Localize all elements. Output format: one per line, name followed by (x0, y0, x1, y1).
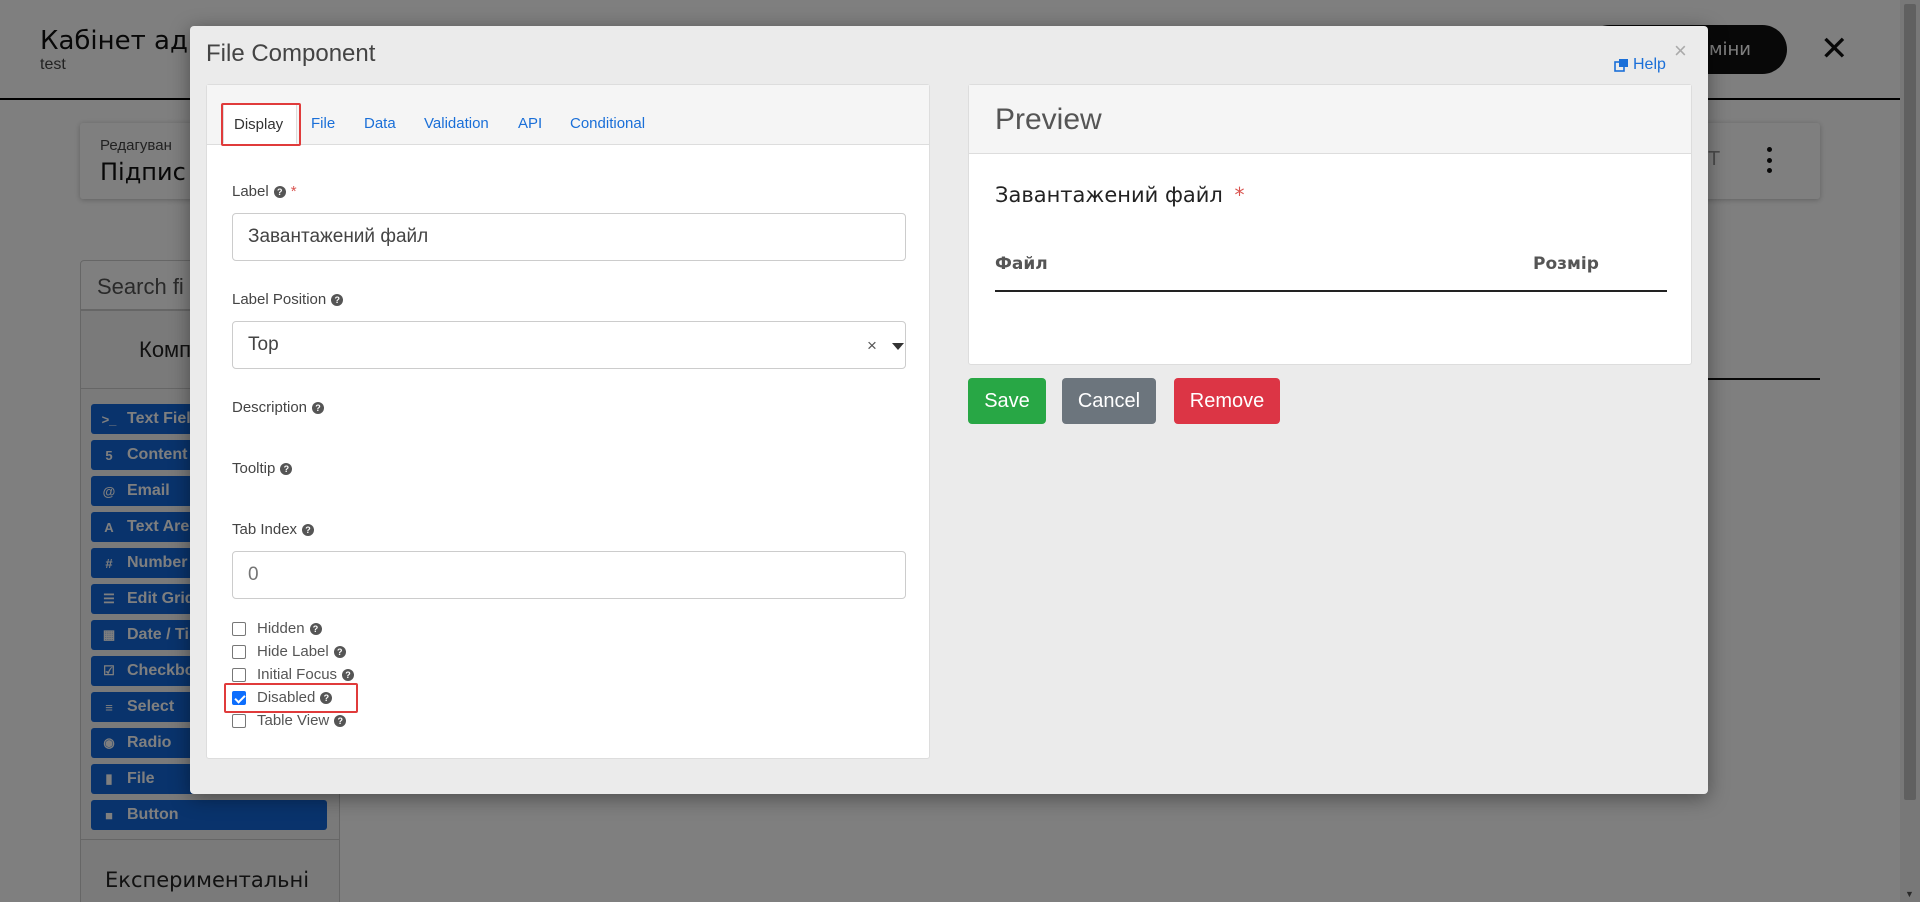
hide-label-checkbox-row[interactable]: Hide Label ? (232, 643, 346, 660)
question-circle-icon: ? (333, 645, 346, 658)
tab-index-label: Tab Index ? (232, 521, 315, 538)
preview-panel: Preview Завантажений файл * Файл Розмір (968, 84, 1692, 365)
settings-panel: Display File Data Validation API Conditi… (206, 84, 930, 759)
question-circle-icon: ? (302, 523, 315, 536)
question-circle-icon: ? (273, 185, 286, 198)
settings-tabs: Display File Data Validation API Conditi… (207, 85, 929, 145)
tab-conditional[interactable]: Conditional (570, 115, 645, 132)
cancel-button[interactable]: Cancel (1062, 378, 1156, 424)
required-mark: * (290, 183, 297, 200)
required-mark: * (1234, 183, 1245, 207)
display-tab-highlight (221, 103, 301, 146)
question-circle-icon: ? (309, 622, 322, 635)
tab-validation[interactable]: Validation (424, 115, 489, 132)
hidden-checkbox-row[interactable]: Hidden ? (232, 620, 322, 637)
chevron-down-icon[interactable] (892, 343, 904, 350)
disabled-highlight (224, 683, 358, 713)
label-position-select[interactable]: Top × (232, 321, 906, 369)
tab-file[interactable]: File (311, 115, 335, 132)
question-circle-icon: ? (342, 668, 355, 681)
description-label: Description ? (232, 399, 325, 416)
help-link[interactable]: Help (1614, 56, 1666, 74)
hide-label-checkbox[interactable] (232, 644, 246, 659)
remove-button[interactable]: Remove (1174, 378, 1280, 424)
column-header-size: Розмір (1533, 254, 1599, 274)
question-circle-icon: ? (334, 714, 347, 727)
hidden-checkbox[interactable] (232, 621, 246, 636)
table-view-checkbox-row[interactable]: Table View ? (232, 712, 347, 729)
help-label: Help (1633, 56, 1666, 73)
tab-data[interactable]: Data (364, 115, 396, 132)
save-button[interactable]: Save (968, 378, 1046, 424)
label-position-label: Label Position ? (232, 291, 344, 308)
clear-selection-icon[interactable]: × (867, 336, 877, 356)
preview-heading: Preview (995, 103, 1102, 136)
table-view-checkbox[interactable] (232, 713, 246, 728)
question-circle-icon: ? (280, 462, 293, 475)
modal-title: File Component (206, 40, 376, 67)
initial-focus-checkbox-row[interactable]: Initial Focus ? (232, 666, 355, 683)
label-field-label: Label ? * (232, 183, 297, 200)
initial-focus-checkbox[interactable] (232, 667, 246, 682)
preview-table-rule (995, 290, 1667, 292)
tab-api[interactable]: API (518, 115, 542, 132)
tooltip-label: Tooltip ? (232, 460, 293, 477)
label-input[interactable]: Завантажений файл (232, 213, 906, 261)
preview-header: Preview (969, 85, 1691, 154)
question-circle-icon: ? (312, 401, 325, 414)
modal-close-icon[interactable]: × (1674, 38, 1687, 64)
file-component-modal: File Component × Help Display File Data … (190, 26, 1708, 794)
preview-field-label: Завантажений файл * (995, 183, 1245, 207)
label-position-value: Top (248, 334, 279, 355)
external-link-icon (1614, 59, 1628, 72)
tab-index-input[interactable] (232, 551, 906, 599)
column-header-file: Файл (995, 254, 1048, 274)
question-circle-icon: ? (331, 293, 344, 306)
